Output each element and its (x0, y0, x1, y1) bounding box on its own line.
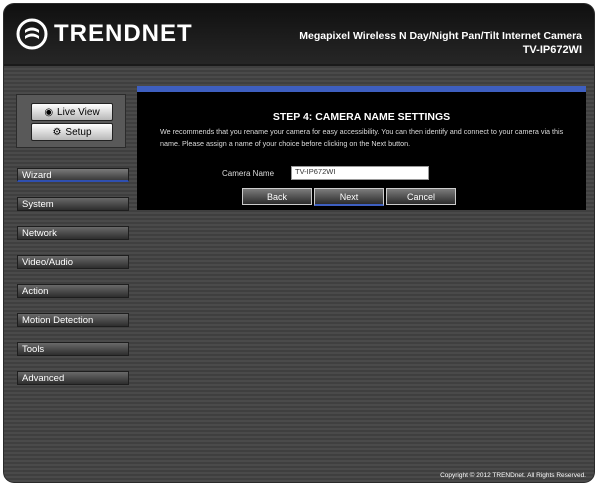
camera-eye-icon: ◉ (44, 106, 54, 118)
setup-label: Setup (65, 126, 92, 138)
sidebar-item-motion-detection[interactable]: Motion Detection (17, 313, 129, 327)
live-view-label: Live View (57, 106, 100, 118)
product-description: Megapixel Wireless N Day/Night Pan/Tilt … (299, 30, 582, 42)
sidebar-item-advanced[interactable]: Advanced (17, 371, 129, 385)
page-title: STEP 4: CAMERA NAME SETTINGS (272, 111, 451, 123)
sidebar-item-system[interactable]: System (17, 197, 129, 211)
logo: TRENDNET (16, 18, 193, 50)
copyright-text: Copyright © 2012 TRENDnet. All Rights Re… (440, 472, 586, 479)
cancel-button[interactable]: Cancel (386, 188, 456, 205)
sidebar: ◉ Live View ⚙ Setup Wizard System Networ… (4, 64, 134, 474)
live-view-button[interactable]: ◉ Live View (31, 103, 113, 121)
product-title: Megapixel Wireless N Day/Night Pan/Tilt … (299, 30, 582, 56)
wizard-button-row: Back Next Cancel (242, 188, 458, 206)
sidebar-item-wizard[interactable]: Wizard (17, 168, 129, 182)
next-button[interactable]: Next (314, 188, 384, 206)
header: TRENDNET Megapixel Wireless N Day/Night … (4, 4, 594, 66)
setup-button[interactable]: ⚙ Setup (31, 123, 113, 141)
logo-text: TRENDNET (54, 20, 193, 47)
sidebar-item-tools[interactable]: Tools (17, 342, 129, 356)
sidebar-item-action[interactable]: Action (17, 284, 129, 298)
product-model: TV-IP672WI (522, 44, 582, 56)
back-button[interactable]: Back (242, 188, 312, 205)
gear-icon: ⚙ (52, 126, 62, 138)
sidebar-item-video-audio[interactable]: Video/Audio (17, 255, 129, 269)
wizard-description: We recommends that you rename your camer… (160, 127, 564, 148)
camera-name-input[interactable]: TV-IP672WI (291, 166, 429, 180)
sidebar-item-network[interactable]: Network (17, 226, 129, 240)
camera-web-ui: TRENDNET Megapixel Wireless N Day/Night … (4, 4, 594, 482)
wizard-panel: STEP 4: CAMERA NAME SETTINGS We recommen… (137, 92, 586, 210)
mode-switch-box: ◉ Live View ⚙ Setup (16, 94, 126, 148)
camera-name-label: Camera Name (222, 169, 275, 178)
trendnet-logo-icon (16, 18, 48, 50)
